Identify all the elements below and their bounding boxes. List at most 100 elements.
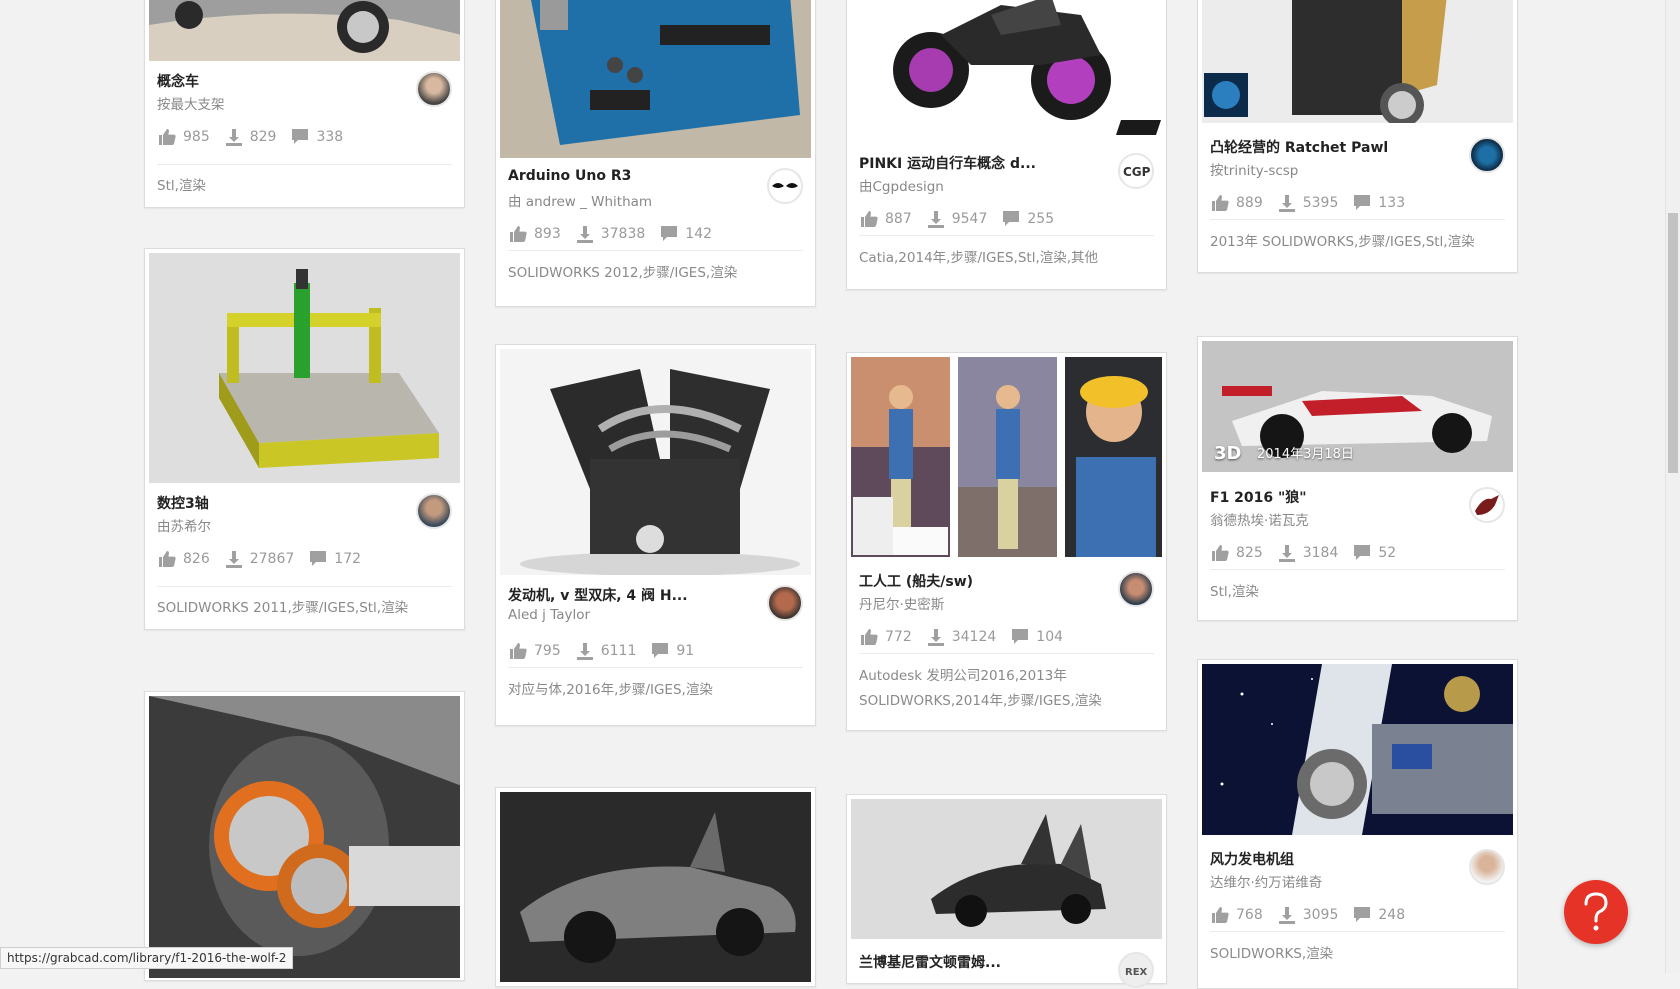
model-thumbnail[interactable] bbox=[149, 253, 460, 483]
model-title[interactable]: 发动机, v 型双床, 4 阀 H... bbox=[508, 585, 745, 605]
model-author[interactable]: 按最大支架 bbox=[157, 93, 394, 113]
model-thumbnail[interactable] bbox=[1202, 664, 1513, 835]
download-icon bbox=[224, 549, 244, 569]
comment-count: 255 bbox=[1027, 211, 1055, 227]
like-stat[interactable]: 887 bbox=[859, 209, 912, 229]
model-title[interactable]: 工人工 (船夫/sw) bbox=[859, 571, 1096, 591]
divider bbox=[157, 164, 452, 165]
model-card[interactable]: PINKI 运动自行车概念 d... 由Cgpdesign CGP 887 95… bbox=[846, 0, 1167, 290]
like-stat[interactable]: 795 bbox=[508, 641, 561, 661]
model-author[interactable]: 翁德热埃·诺瓦克 bbox=[1210, 509, 1447, 529]
model-tags: SOLIDWORKS 2012,步骤/IGES,渲染 bbox=[508, 265, 738, 281]
model-thumbnail[interactable] bbox=[149, 696, 460, 978]
model-title[interactable]: 凸轮经营的 Ratchet Pawl bbox=[1210, 137, 1447, 157]
model-thumbnail[interactable] bbox=[500, 792, 811, 982]
download-count: 6111 bbox=[600, 643, 637, 659]
model-tags: Catia,2014年,步骤/IGES,Stl,渲染,其他 bbox=[859, 250, 1099, 266]
like-count: 772 bbox=[885, 629, 912, 645]
download-icon bbox=[1277, 905, 1297, 925]
model-card[interactable]: 3D 2014年3月18日 F1 2016 "狼" 翁德热埃·诺瓦克 825 3… bbox=[1197, 336, 1518, 621]
author-avatar[interactable]: CGP bbox=[1118, 153, 1154, 189]
help-button[interactable] bbox=[1564, 880, 1628, 944]
model-author[interactable]: 由Cgpdesign bbox=[859, 175, 1096, 195]
model-card[interactable] bbox=[144, 691, 465, 981]
author-avatar[interactable]: REX bbox=[1118, 952, 1154, 988]
download-count: 37838 bbox=[600, 226, 646, 242]
model-thumbnail[interactable] bbox=[500, 349, 811, 575]
lamborghini-image bbox=[851, 799, 1162, 939]
author-avatar[interactable] bbox=[1469, 849, 1505, 885]
model-title[interactable]: 风力发电机组 bbox=[1210, 849, 1447, 869]
comment-stat: 133 bbox=[1352, 193, 1405, 213]
like-stat[interactable]: 825 bbox=[1210, 543, 1263, 563]
download-count: 27867 bbox=[249, 551, 295, 567]
model-stats: 768 3095 248 bbox=[1210, 905, 1419, 925]
comment-stat: 248 bbox=[1352, 905, 1405, 925]
download-icon bbox=[575, 641, 595, 661]
model-title[interactable]: 概念车 bbox=[157, 71, 394, 91]
like-stat[interactable]: 772 bbox=[859, 627, 912, 647]
comment-stat: 52 bbox=[1352, 543, 1396, 563]
model-author[interactable]: Aled j Taylor bbox=[508, 607, 745, 623]
like-stat[interactable]: 826 bbox=[157, 549, 210, 569]
model-title[interactable]: PINKI 运动自行车概念 d... bbox=[859, 153, 1096, 173]
model-title[interactable]: 数控3轴 bbox=[157, 493, 394, 513]
thumbs-up-icon bbox=[157, 127, 177, 147]
like-stat[interactable]: 768 bbox=[1210, 905, 1263, 925]
divider bbox=[859, 235, 1154, 236]
author-avatar[interactable] bbox=[767, 168, 803, 204]
model-thumbnail[interactable] bbox=[149, 0, 460, 61]
comment-count: 338 bbox=[316, 129, 344, 145]
model-author[interactable]: 按trinity-scsp bbox=[1210, 159, 1447, 179]
author-avatar[interactable] bbox=[416, 493, 452, 529]
wind-turbine-image bbox=[1202, 664, 1513, 835]
model-author[interactable]: 由 andrew _ Whitham bbox=[508, 190, 745, 210]
model-card[interactable]: 概念车 按最大支架 985 829 338 Stl,渲染 bbox=[144, 0, 465, 208]
model-stats: 772 34124 104 bbox=[859, 627, 1077, 647]
model-title[interactable]: 兰博基尼雷文顿雷姆... bbox=[859, 952, 1096, 972]
model-title[interactable]: Arduino Uno R3 bbox=[508, 168, 745, 184]
comment-count: 104 bbox=[1036, 629, 1064, 645]
like-count: 826 bbox=[183, 551, 210, 567]
model-card[interactable]: 风力发电机组 达维尔·约万诺维奇 768 3095 248 SOLIDWORKS… bbox=[1197, 659, 1518, 989]
author-avatar[interactable] bbox=[416, 71, 452, 107]
divider bbox=[859, 653, 1154, 654]
cnc-router-image bbox=[149, 253, 460, 483]
like-count: 985 bbox=[183, 129, 210, 145]
model-thumbnail[interactable] bbox=[1202, 0, 1513, 123]
motorbike-image bbox=[851, 0, 1162, 135]
like-stat[interactable]: 889 bbox=[1210, 193, 1263, 213]
model-author[interactable]: 丹尼尔·史密斯 bbox=[859, 593, 1096, 613]
page-scrollbar[interactable] bbox=[1665, 0, 1680, 973]
model-thumbnail[interactable] bbox=[851, 357, 1162, 557]
scrollbar-thumb[interactable] bbox=[1668, 213, 1678, 473]
model-thumbnail[interactable]: 3D 2014年3月18日 bbox=[1202, 341, 1513, 472]
model-card[interactable]: 数控3轴 由苏希尔 826 27867 172 SOLIDWORKS 2011,… bbox=[144, 248, 465, 630]
model-tags: 对应与体,2016年,步骤/IGES,渲染 bbox=[508, 682, 713, 698]
model-card[interactable]: 工人工 (船夫/sw) 丹尼尔·史密斯 772 34124 104 Autode… bbox=[846, 352, 1167, 731]
like-stat[interactable]: 893 bbox=[508, 224, 561, 244]
model-title[interactable]: F1 2016 "狼" bbox=[1210, 487, 1447, 507]
model-thumbnail[interactable] bbox=[500, 0, 811, 158]
model-card[interactable]: 凸轮经营的 Ratchet Pawl 按trinity-scsp 889 539… bbox=[1197, 0, 1518, 273]
divider bbox=[1210, 569, 1505, 570]
model-author[interactable]: 达维尔·约万诺维奇 bbox=[1210, 871, 1447, 891]
author-avatar[interactable] bbox=[1469, 487, 1505, 523]
author-avatar[interactable] bbox=[1469, 137, 1505, 173]
like-count: 825 bbox=[1236, 545, 1263, 561]
model-card[interactable]: 兰博基尼雷文顿雷姆... REX bbox=[846, 794, 1167, 988]
author-avatar[interactable] bbox=[1118, 571, 1154, 607]
author-avatar[interactable] bbox=[767, 585, 803, 621]
model-card[interactable] bbox=[495, 787, 816, 987]
model-author[interactable]: 由苏希尔 bbox=[157, 515, 394, 535]
model-thumbnail[interactable] bbox=[851, 0, 1162, 135]
divider bbox=[508, 250, 803, 251]
download-stat: 6111 bbox=[575, 641, 637, 661]
comment-icon bbox=[650, 641, 670, 661]
thumbs-up-icon bbox=[859, 627, 879, 647]
gearbox-image bbox=[149, 696, 460, 978]
model-thumbnail[interactable] bbox=[851, 799, 1162, 939]
model-card[interactable]: Arduino Uno R3 由 andrew _ Whitham 893 37… bbox=[495, 0, 816, 307]
like-stat[interactable]: 985 bbox=[157, 127, 210, 147]
model-card[interactable]: 发动机, v 型双床, 4 阀 H... Aled j Taylor 795 6… bbox=[495, 344, 816, 726]
